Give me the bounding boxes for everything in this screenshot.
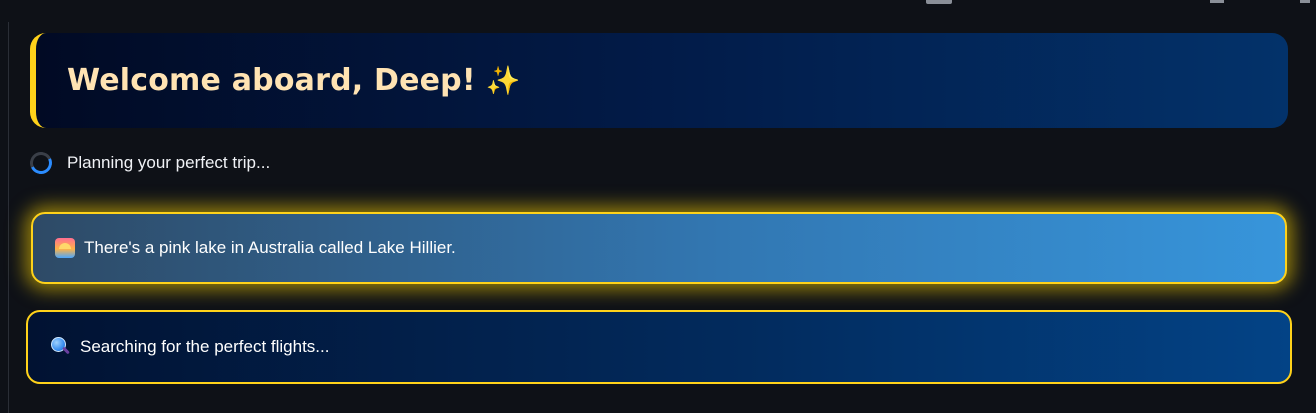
welcome-title-text: Welcome aboard, Deep!	[67, 63, 476, 98]
sparkles-icon: ✨	[485, 64, 521, 97]
fun-fact-card: There's a pink lake in Australia called …	[31, 212, 1287, 284]
fun-fact-text: There's a pink lake in Australia called …	[84, 238, 456, 257]
welcome-banner: Welcome aboard, Deep! ✨	[30, 33, 1288, 128]
loading-status-text: Planning your perfect trip...	[67, 153, 271, 172]
toolbar-icon[interactable]	[926, 0, 952, 4]
magnifier-handle	[62, 346, 70, 355]
top-toolbar-strip	[0, 0, 1316, 4]
flight-search-status-card: Searching for the perfect flights...	[26, 310, 1292, 384]
app-page: Welcome aboard, Deep! ✨ Planning your per…	[0, 0, 1316, 413]
spinner-icon	[26, 148, 56, 178]
sunrise-icon	[55, 238, 75, 258]
welcome-title: Welcome aboard, Deep! ✨	[67, 63, 521, 98]
magnifier-icon	[51, 337, 71, 357]
loading-status: Planning your perfect trip...	[26, 148, 271, 178]
toolbar-icon[interactable]	[1300, 0, 1310, 3]
flight-search-status-text: Searching for the perfect flights...	[80, 337, 330, 356]
sidebar-divider	[8, 22, 9, 413]
toolbar-icon[interactable]	[1210, 0, 1224, 3]
